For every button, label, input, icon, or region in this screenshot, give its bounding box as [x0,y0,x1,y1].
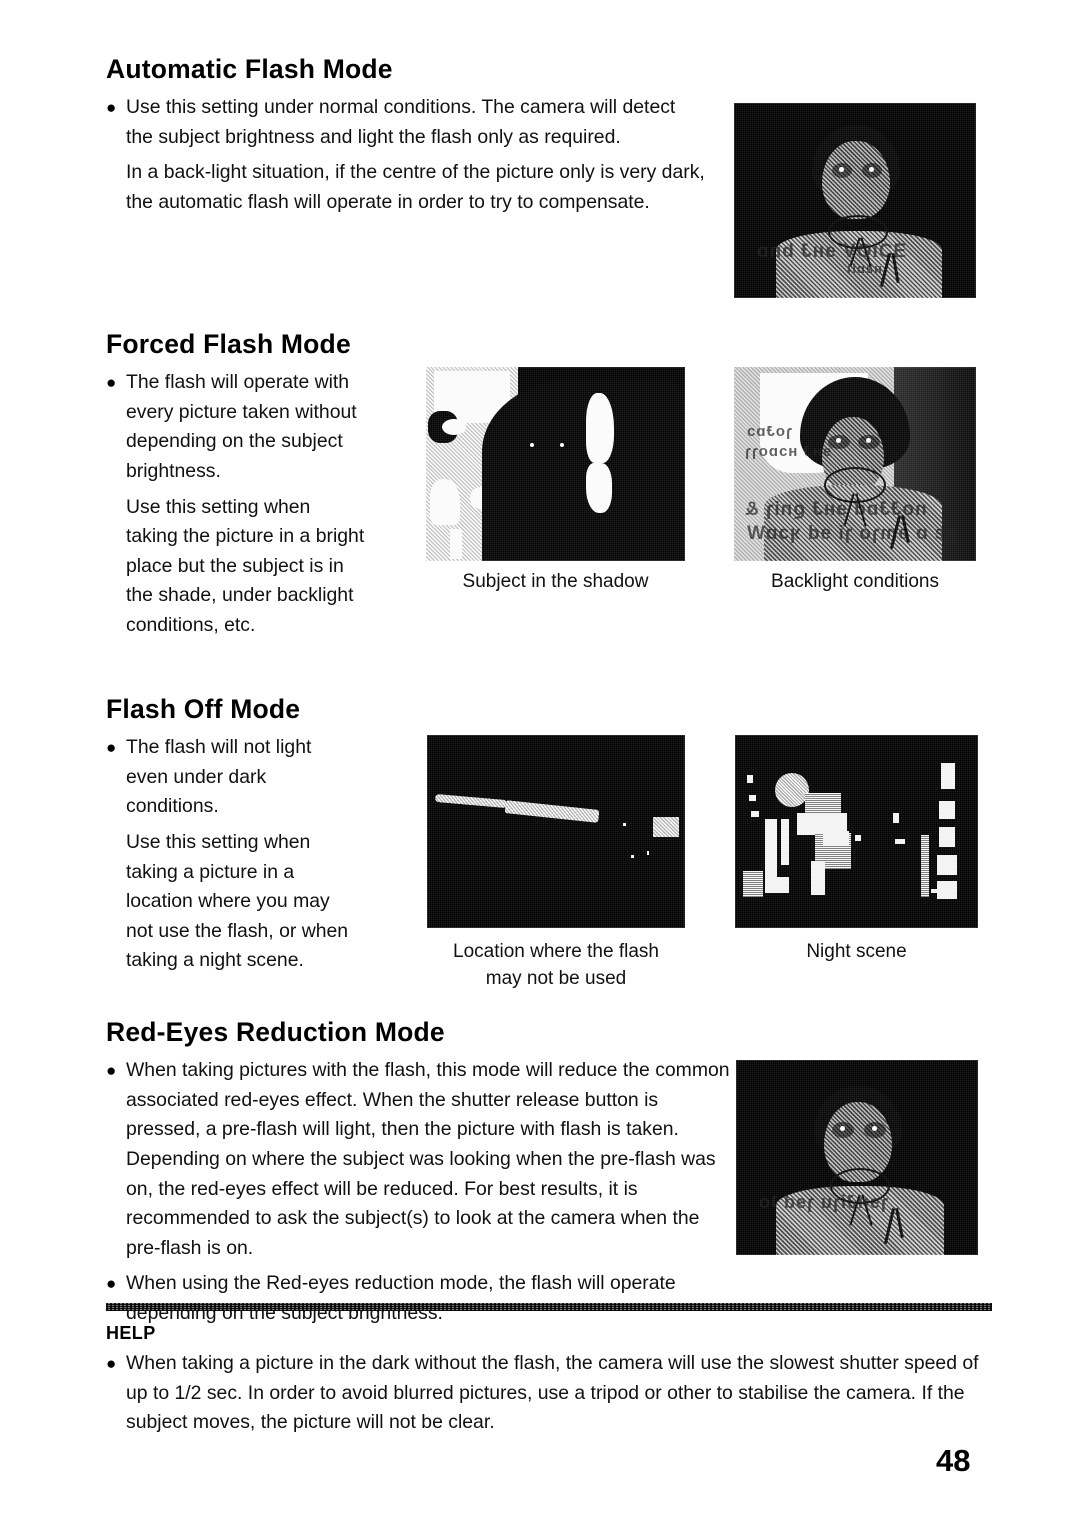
page-number: 48 [936,1443,971,1478]
paragraph-text: In a back-light situation, if the centre… [126,161,705,213]
background-highlight [430,479,460,525]
figure-automatic-flash-portrait: ƎƆIOV ɘʜɈ bnɒ ʜƨɒlʇ [734,103,976,298]
background-highlight [450,529,462,559]
caption-location-no-flash: Location where the flash may not be used [420,938,692,992]
face-shape [822,141,890,219]
figure-red-eyes-portrait: ɿɘʜɈiɿu ɿɘd ʇo [736,1060,978,1255]
bullet-item: ● The flash will not light even under da… [106,733,356,822]
light-speck [747,775,753,783]
light-speck [749,795,756,801]
silhouette-shape [482,379,685,561]
manual-page: Automatic Flash Mode ● Use this setting … [0,0,1080,1528]
bullet-icon: ● [106,373,117,393]
caption-backlight-conditions: Backlight conditions [771,571,939,592]
section-heading-flash-off-mode: Flash Off Mode [106,694,301,724]
bullet-item: ● When taking pictures with the flash, t… [106,1056,731,1263]
eye-highlight-right [869,167,874,172]
help-text: When taking a picture in the dark withou… [126,1352,979,1433]
neon-strip [921,835,929,897]
neon-sign [823,831,849,845]
bullet-icon: ● [106,1274,117,1294]
bullet-icon: ● [106,738,117,758]
bullet-icon: ● [106,1061,117,1081]
neon-vertical-sign [939,801,955,819]
section-divider-rule [106,1303,992,1311]
paragraph-text: When using the Red-eyes reduction mode, … [126,1272,676,1324]
neon-vertical-sign [939,827,955,847]
bullet-icon: ● [106,98,117,118]
section-flash-off-mode: Flash Off Mode ● The flash will not ligh… [106,694,356,976]
window-light [586,393,614,463]
caption-line-1: Location where the flash [453,941,659,962]
collar-shape [824,467,886,503]
help-label: HELP [106,1323,156,1343]
photo-border [427,735,685,928]
bullet-item: ● When taking a picture in the dark with… [106,1349,994,1438]
eye-highlight-left [840,1126,845,1131]
caption-subject-in-shadow: Subject in the shadow [462,571,649,592]
eye-highlight-left [836,438,841,443]
bullet-item: ● The flash will operate with every pict… [106,368,366,486]
light-speck [855,835,861,841]
figure-subject-in-shadow [426,367,685,561]
eye-highlight-left [839,167,844,172]
figure-night-scene [735,735,978,928]
neon-vertical-sign [937,855,957,875]
paragraph-text: The flash will not light even under dark… [126,736,312,818]
figure-backlight-conditions: ɿoɈɒɔ ɘʜɈ ʜɔɒoɿɿ noɈɈɒd ɘʜɈ ϱniɿ & ɘƨ ɒ … [734,367,976,561]
halftone-grain [427,735,685,928]
light-streak [434,793,508,809]
figure-location-no-flash [427,735,685,928]
light-speck [893,813,899,823]
paragraph-text: Use this setting under normal conditions… [126,96,676,148]
section-heading-red-eyes-reduction-mode: Red-Eyes Reduction Mode [106,1017,445,1047]
paragraph-text: Use this setting when taking a picture i… [126,830,349,972]
caption-line-2: may not be used [485,968,627,989]
collar-shape [830,1168,890,1204]
storefront-light [743,871,763,897]
light-speck [631,855,634,858]
light-speck [895,839,905,844]
section-heading-automatic-flash-mode: Automatic Flash Mode [106,54,393,84]
bullet-item: ● Use this setting under normal conditio… [106,93,706,152]
light-streak [504,800,600,823]
section-forced-flash-mode: Forced Flash Mode ● The flash will opera… [106,329,366,640]
light-speck [623,823,626,826]
eye-highlight-right [872,1126,877,1131]
section-red-eyes-reduction-mode: Red-Eyes Reduction Mode ● When taking pi… [106,1017,731,1328]
light-speck [931,889,951,893]
neon-vertical-sign [941,763,955,789]
bullet-icon: ● [106,1354,117,1373]
storefront-light [765,877,789,893]
eye-highlight-right [866,438,871,443]
eye-highlight-left [530,443,534,447]
light-speck [647,851,649,855]
light-speck [751,811,759,817]
paragraph-text: Use this setting when taking the picture… [126,495,365,636]
caption-night-scene: Night scene [806,941,907,962]
paragraph-text: The flash will operate with every pictur… [126,371,357,482]
storefront-light [811,861,825,895]
neon-strip [765,819,777,877]
section-automatic-flash-mode: Automatic Flash Mode ● Use this setting … [106,54,706,218]
bullet-item: ● When using the Red-eyes reduction mode… [106,1269,731,1328]
background-highlight [442,419,466,435]
neon-strip [781,819,789,865]
paragraph-text: When taking pictures with the flash, thi… [126,1059,730,1259]
help-block: ● When taking a picture in the dark with… [106,1349,994,1438]
neon-circle-sign [775,773,809,807]
eye-highlight-right [560,443,564,447]
section-heading-forced-flash-mode: Forced Flash Mode [106,329,351,359]
window-light [586,463,612,513]
light-patch [653,817,679,837]
